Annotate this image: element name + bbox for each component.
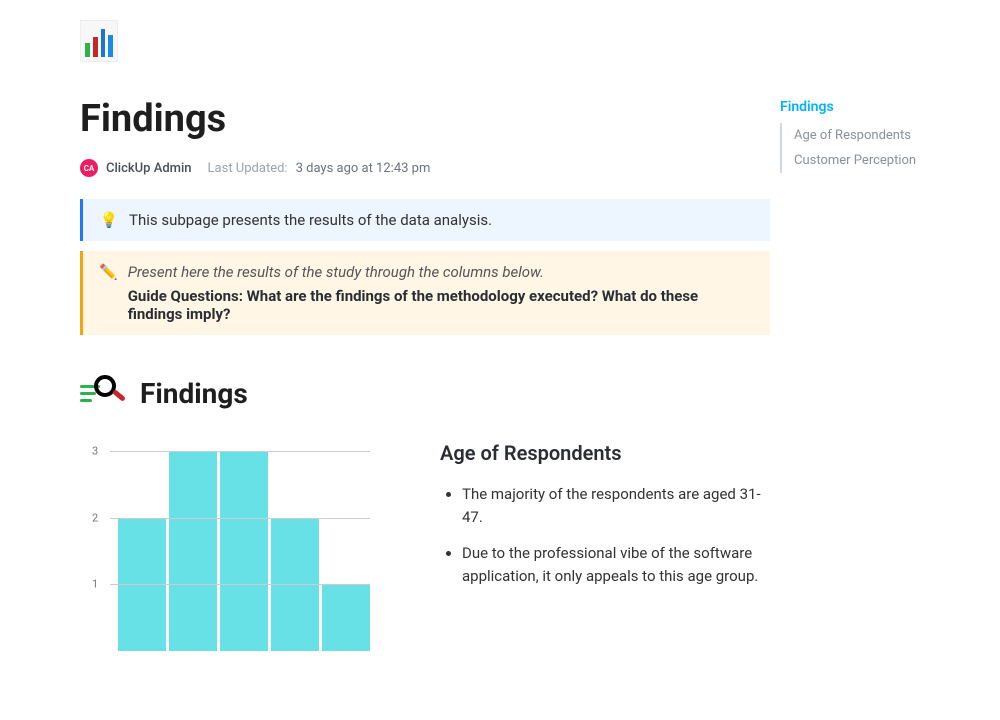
toc-sub-link[interactable]: Customer Perception — [794, 148, 970, 173]
lightbulb-icon: 💡 — [99, 211, 119, 229]
page-title[interactable]: Findings — [80, 97, 780, 141]
section-heading: Findings — [140, 377, 248, 410]
findings-list: The majority of the respondents are aged… — [440, 483, 780, 587]
chart-bar — [220, 451, 268, 651]
text-column: Age of Respondents The majority of the r… — [440, 441, 780, 661]
age-chart: 123 — [80, 451, 400, 661]
chart-ytick: 1 — [92, 578, 98, 591]
chart-bar — [322, 584, 370, 651]
guide-instruction: Present here the results of the study th… — [128, 263, 754, 281]
findings-list-item: The majority of the respondents are aged… — [462, 483, 780, 528]
magnifier-icon — [80, 375, 128, 411]
guide-callout: ✏️ Present here the results of the study… — [80, 251, 770, 335]
toc-sub-link[interactable]: Age of Respondents — [794, 123, 970, 148]
guide-questions: Guide Questions: What are the findings o… — [128, 287, 754, 323]
chart-ytick: 3 — [92, 445, 98, 458]
subsection-heading: Age of Respondents — [440, 441, 780, 465]
last-updated-value: 3 days ago at 12:43 pm — [296, 161, 431, 176]
page-icon — [80, 20, 118, 62]
toc-main-link[interactable]: Findings — [780, 95, 970, 119]
chart-area: 1 2 3 — [80, 441, 400, 661]
section-header: Findings — [80, 375, 780, 411]
findings-list-item: Due to the professional vibe of the soft… — [462, 542, 780, 587]
last-updated-label: Last Updated: — [208, 161, 288, 176]
pencil-icon: ✏️ — [99, 263, 118, 323]
info-callout-text: This subpage presents the results of the… — [129, 211, 492, 229]
author-avatar[interactable]: CA — [80, 159, 98, 177]
chart-bar — [169, 451, 217, 651]
toc-sidebar: Findings Age of RespondentsCustomer Perc… — [780, 0, 980, 720]
author-name[interactable]: ClickUp Admin — [106, 161, 192, 176]
meta-row: CA ClickUp Admin Last Updated: 3 days ag… — [80, 159, 780, 177]
info-callout: 💡 This subpage presents the results of t… — [80, 199, 770, 241]
chart-ytick: 2 — [92, 511, 98, 524]
